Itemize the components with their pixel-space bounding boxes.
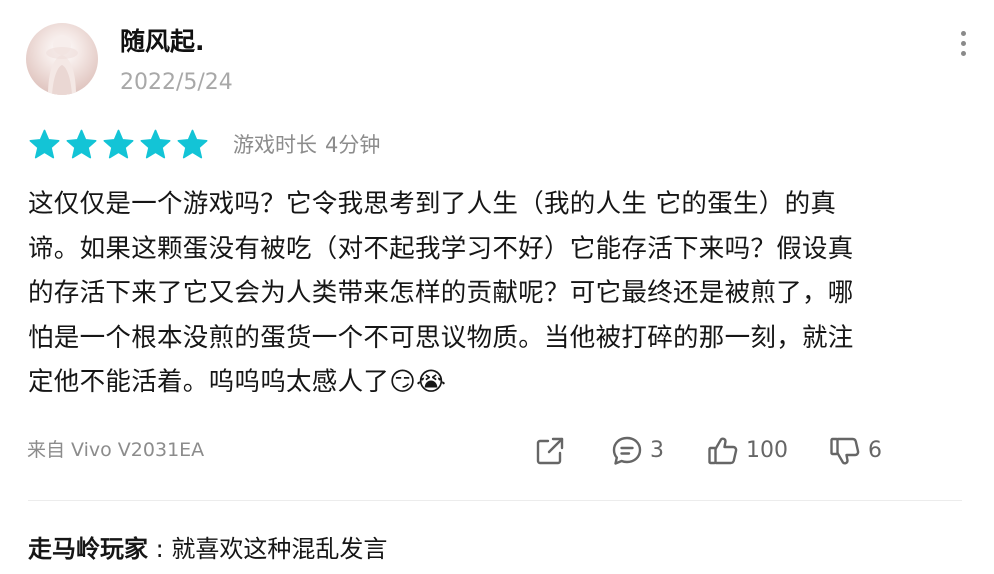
- dislike-count: 6: [868, 438, 882, 463]
- playtime-label: 游戏时长: [233, 133, 317, 157]
- thumbs-down-icon: [830, 437, 860, 465]
- username[interactable]: 随风起.: [120, 26, 205, 58]
- review-line: 谛。如果这颗蛋没有被吃（对不起我学习不好）它能存活下来吗？假设真: [28, 233, 854, 264]
- comment-count: 3: [650, 438, 664, 463]
- more-dot-icon: [960, 30, 966, 36]
- rating-row: 游戏时长 4分钟: [28, 126, 380, 162]
- like-button[interactable]: 100: [706, 432, 788, 470]
- avatar-image: [46, 35, 78, 95]
- star-icon: [176, 128, 209, 161]
- share-icon: [536, 437, 564, 465]
- reply-preview[interactable]: 走马岭玩家 : 就喜欢这种混乱发言: [28, 532, 387, 566]
- reply-text: 就喜欢这种混乱发言: [171, 535, 388, 563]
- reply-username[interactable]: 走马岭玩家: [28, 535, 148, 563]
- review-line: 的存活下来了它又会为人类带来怎样的贡献呢？可它最终还是被煎了，哪: [28, 278, 854, 308]
- review-body: 这仅仅是一个游戏吗？它令我思考到了人生（我的人生 它的蛋生）的真 谛。如果这颗蛋…: [28, 182, 956, 405]
- playtime: 游戏时长 4分钟: [233, 129, 380, 159]
- star-icon: [28, 128, 61, 161]
- divider: [28, 500, 962, 501]
- star-rating: [28, 128, 209, 161]
- share-button[interactable]: [533, 432, 567, 470]
- review-date: 2022/5/24: [120, 70, 233, 95]
- user-avatar[interactable]: [26, 23, 98, 95]
- reply-separator: :: [148, 535, 172, 563]
- playtime-value: 4分钟: [325, 133, 381, 157]
- star-icon: [65, 128, 98, 161]
- thumbs-up-icon: [708, 437, 738, 465]
- star-icon: [102, 128, 135, 161]
- comment-button[interactable]: 3: [610, 432, 664, 470]
- more-dot-icon: [960, 40, 966, 46]
- review-line: 怕是一个根本没煎的蛋货一个不可思议物质。当他被打碎的那一刻，就注: [28, 322, 854, 353]
- review-line: 定他不能活着。呜呜呜太感人了😏😭: [28, 367, 447, 397]
- comment-icon: [612, 436, 642, 465]
- more-dot-icon: [960, 50, 966, 56]
- star-icon: [139, 128, 172, 161]
- device-info: 来自 Vivo V2031EA: [27, 439, 205, 461]
- more-options-button[interactable]: [948, 26, 978, 60]
- dislike-button[interactable]: 6: [828, 432, 882, 470]
- like-count: 100: [746, 438, 788, 463]
- review-line: 这仅仅是一个游戏吗？它令我思考到了人生（我的人生 它的蛋生）的真: [28, 189, 837, 219]
